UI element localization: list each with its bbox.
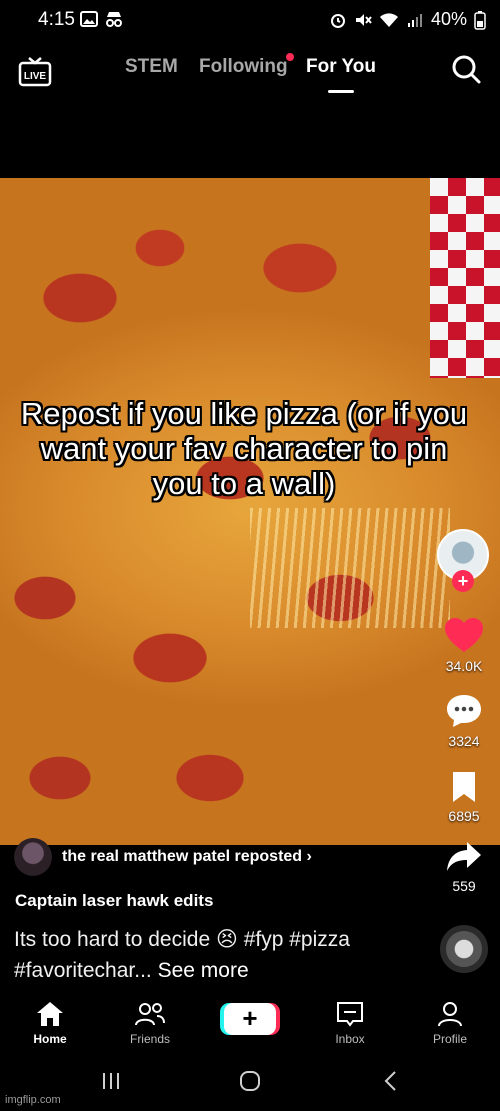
gallery-icon [80,11,98,27]
recent-apps-icon[interactable] [100,1070,122,1092]
nav-home[interactable]: Home [10,1000,90,1046]
comment-icon [447,695,481,727]
nav-friends-label: Friends [129,1032,170,1046]
checkered-cloth [430,178,500,378]
see-more-link[interactable]: See more [158,959,249,982]
incognito-icon [106,12,122,27]
like-button[interactable]: 34.0K [434,618,494,674]
follow-plus-icon[interactable]: + [452,570,474,592]
inbox-icon [337,1002,363,1027]
status-right-icons: 40% [329,9,486,30]
active-tab-indicator [328,90,354,93]
alarm-icon [330,13,345,28]
repost-row[interactable]: the real matthew patel reposted › [14,837,312,877]
live-label: LIVE [24,71,47,82]
create-button[interactable]: + [224,1003,276,1035]
heart-icon [445,618,483,652]
nav-friends[interactable]: Friends [110,1000,190,1046]
share-count: 559 [452,878,476,894]
share-arrow-icon [447,842,481,871]
nav-inbox[interactable]: Inbox [310,1000,390,1046]
post-description[interactable]: Its too hard to decide 😣 #fyp #pizza #fa… [14,924,414,986]
friends-icon [135,1003,165,1026]
comment-button[interactable]: 3324 [434,693,494,749]
tab-following[interactable]: Following [199,56,288,78]
profile-icon [438,1002,462,1027]
top-nav: LIVE STEM Following For You [0,44,500,100]
live-tv-icon: LIVE [18,57,52,87]
nav-home-label: Home [33,1032,67,1046]
signal-icon [407,13,422,27]
save-button[interactable]: 6895 [434,770,494,824]
reposter-avatar [14,838,52,876]
search-icon[interactable] [450,53,482,85]
home-circle-icon[interactable] [239,1070,261,1092]
sound-disc[interactable] [440,925,488,973]
bottom-nav: Home Friends + Inbox Profile [0,996,500,1056]
author-name[interactable]: Captain laser hawk edits [15,891,213,911]
status-time: 4:15 [38,9,75,30]
watermark: imgflip.com [5,1094,61,1106]
tab-for-you[interactable]: For You [306,56,376,78]
battery-icon [474,10,486,30]
repost-text: the real matthew patel reposted › [62,848,312,865]
chevron-right-icon: › [306,848,312,865]
video-player[interactable]: Repost if you like pizza (or if you want… [0,178,500,845]
comment-count: 3324 [448,733,480,749]
battery-percent: 40% [430,9,467,29]
mute-icon [355,13,372,26]
nav-profile-label: Profile [432,1032,467,1046]
wifi-icon [379,12,398,27]
nav-inbox-label: Inbox [335,1032,365,1046]
like-count: 34.0K [445,658,483,674]
nav-profile[interactable]: Profile [410,1000,490,1046]
following-notification-dot [286,53,294,61]
status-bar: 4:15 40% [0,0,500,40]
live-button[interactable]: LIVE [18,54,52,88]
bookmark-icon [453,772,475,802]
video-caption-text: Repost if you like pizza (or if you want… [20,396,468,501]
share-button[interactable]: 559 [434,840,494,894]
tab-stem[interactable]: STEM [125,56,178,78]
save-count: 6895 [448,808,480,824]
back-icon[interactable] [380,1070,402,1092]
home-icon [37,1002,63,1026]
cheese-pull [250,508,450,628]
system-nav [0,1060,500,1111]
status-left-icons [80,10,124,28]
